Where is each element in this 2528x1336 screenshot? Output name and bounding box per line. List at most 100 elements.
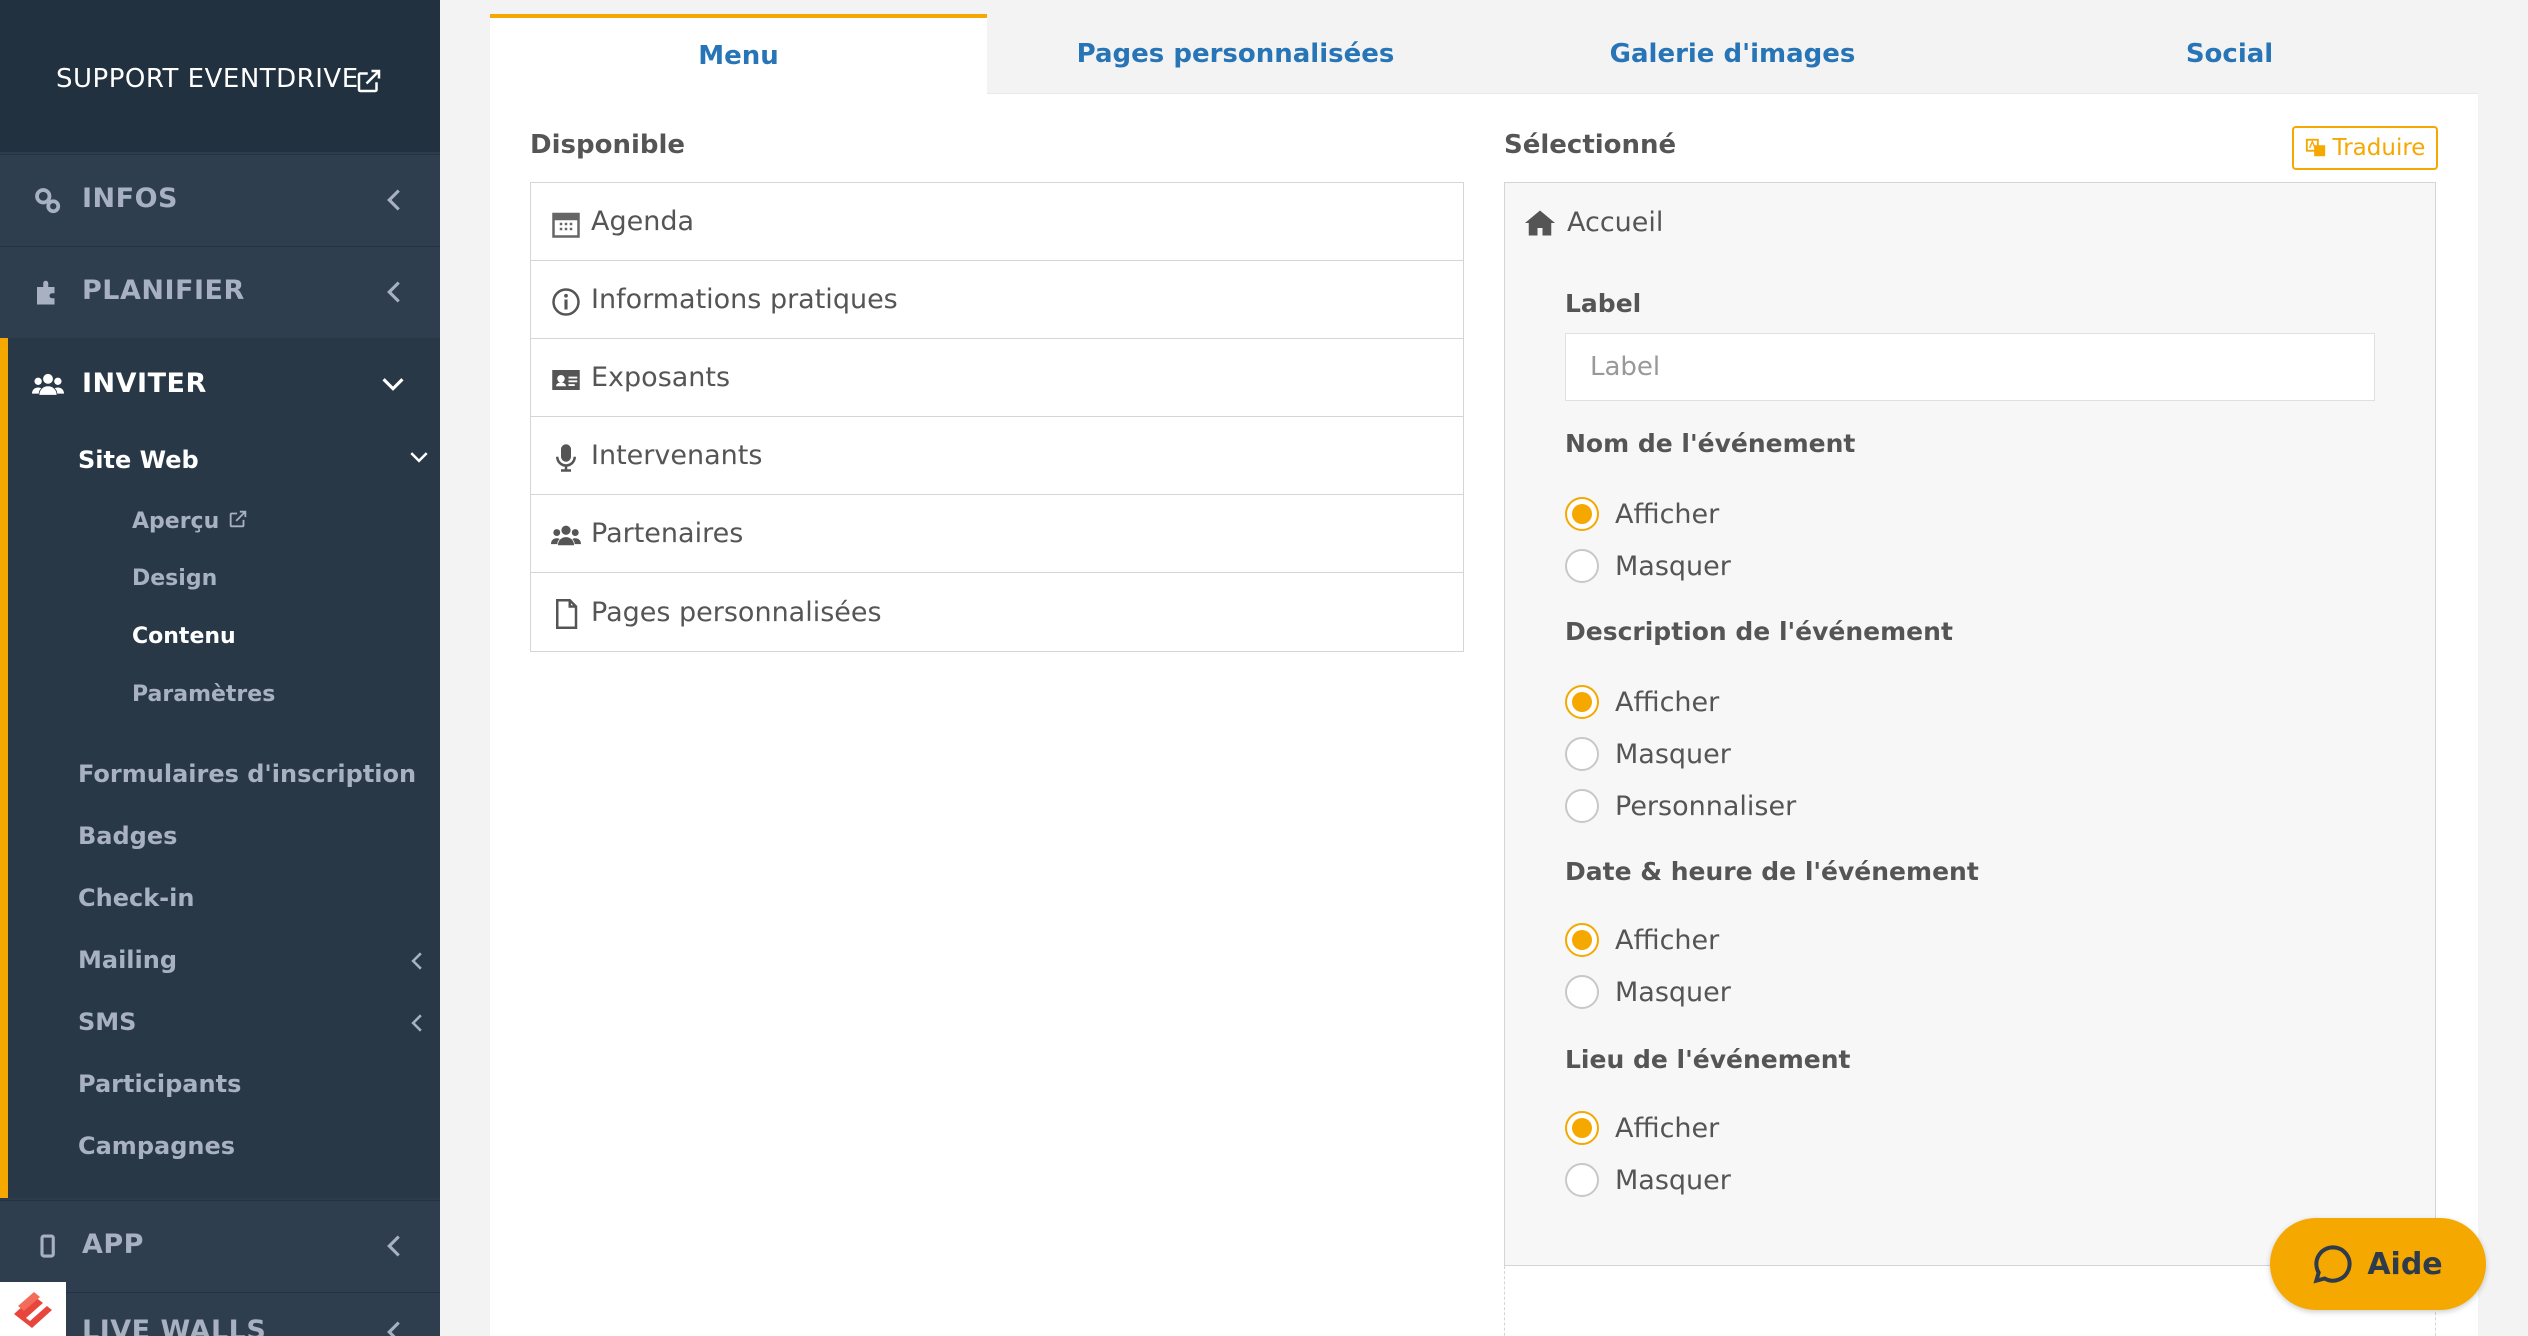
list-item-label: Pages personnalisées: [591, 596, 882, 628]
chat-bubble-icon: [2313, 1245, 2352, 1284]
microphone-icon: [556, 444, 576, 472]
label-input[interactable]: [1565, 333, 2375, 401]
file-icon: [556, 599, 578, 629]
date-group-label: Date & heure de l'événement: [1565, 857, 1979, 886]
chevron-left-icon: [387, 1321, 400, 1336]
help-label: Aide: [2367, 1246, 2443, 1282]
logo-icon: [14, 1292, 52, 1328]
list-item-label: Informations pratiques: [591, 284, 898, 315]
nav-planifier-label: PLANIFIER: [82, 275, 245, 306]
date-masquer-radio[interactable]: Masquer: [1565, 975, 1731, 1009]
nav-contenu[interactable]: Contenu: [132, 624, 236, 649]
content-panel: Menu Pages personnalisées Galerie d'imag…: [490, 14, 2478, 1336]
nav-infos-label: INFOS: [82, 183, 178, 214]
label-field-label: Label: [1565, 289, 1642, 318]
list-item-agenda[interactable]: Agenda: [531, 183, 1463, 261]
nav-live-walls-label: LIVE WALLS: [82, 1315, 267, 1336]
external-link-icon: [357, 69, 381, 93]
radio-dot: [1565, 923, 1599, 957]
nav-sms[interactable]: SMS: [78, 1008, 136, 1036]
nav-checkin[interactable]: Check-in: [78, 884, 194, 912]
nav-planifier[interactable]: PLANIFIER: [0, 246, 440, 338]
list-item-label: Partenaires: [591, 518, 744, 549]
list-item-label: Agenda: [591, 206, 695, 237]
nav-site-web[interactable]: Site Web: [78, 446, 199, 474]
nav-apercu-label: Aperçu: [132, 509, 220, 534]
chevron-left-icon: [387, 1235, 400, 1257]
selected-item-header[interactable]: Accueil: [1525, 207, 1663, 238]
puzzle-icon: [37, 280, 55, 305]
home-icon: [1525, 210, 1555, 235]
users-icon[interactable]: [32, 370, 64, 400]
list-item-partenaires[interactable]: Partenaires: [531, 495, 1463, 573]
id-card-icon: [552, 370, 580, 390]
description-personnaliser-radio[interactable]: Personnaliser: [1565, 789, 1796, 823]
nom-afficher-radio[interactable]: Afficher: [1565, 497, 1719, 531]
nav-formulaires[interactable]: Formulaires d'inscription: [78, 760, 416, 788]
users-icon: [551, 525, 581, 546]
app-logo: [0, 1282, 66, 1336]
radio-label: Afficher: [1615, 498, 1720, 530]
nav-design[interactable]: Design: [132, 566, 217, 591]
nav-inviter-label[interactable]: INVITER: [82, 368, 207, 399]
gears-icon: [35, 188, 61, 214]
list-item-exposants[interactable]: Exposants: [531, 339, 1463, 417]
translate-button[interactable]: Traduire: [2292, 126, 2438, 170]
radio-label: Afficher: [1615, 924, 1720, 956]
nav-participants[interactable]: Participants: [78, 1070, 241, 1098]
calendar-icon: [552, 212, 580, 238]
tab-pages-personnalisees[interactable]: Pages personnalisées: [987, 14, 1484, 94]
nav-apercu[interactable]: Aperçu: [132, 508, 249, 534]
available-list: Agenda Informations pratiques Exposants …: [530, 182, 1464, 652]
translate-icon: [2305, 138, 2325, 157]
lieu-masquer-radio[interactable]: Masquer: [1565, 1163, 1731, 1197]
nav-parametres[interactable]: Paramètres: [132, 682, 275, 707]
radio-dot: [1565, 789, 1599, 823]
tab-social[interactable]: Social: [1981, 14, 2478, 94]
description-masquer-radio[interactable]: Masquer: [1565, 737, 1731, 771]
nav-badges[interactable]: Badges: [78, 822, 177, 850]
nav-inviter: INVITER Site Web Aperçu Design Contenu P…: [0, 338, 440, 1198]
selected-item-panel: Accueil Label Nom de l'événement Affiche…: [1504, 182, 2436, 1266]
radio-label: Masquer: [1615, 976, 1731, 1008]
sidebar: SUPPORT EVENTDRIVE INFOS PLANIFIER INVIT…: [0, 0, 440, 1336]
chevron-down-icon[interactable]: [382, 376, 404, 392]
radio-label: Masquer: [1615, 550, 1731, 582]
radio-dot: [1565, 497, 1599, 531]
mobile-icon: [40, 1234, 55, 1258]
support-label: SUPPORT EVENTDRIVE: [56, 64, 359, 94]
radio-label: Afficher: [1615, 1112, 1720, 1144]
nav-mailing[interactable]: Mailing: [78, 946, 177, 974]
list-item-label: Exposants: [591, 362, 731, 393]
tabs-bar: Menu Pages personnalisées Galerie d'imag…: [490, 14, 2478, 94]
tab-menu[interactable]: Menu: [490, 14, 987, 94]
description-afficher-radio[interactable]: Afficher: [1565, 685, 1719, 719]
nav-app[interactable]: APP: [0, 1200, 440, 1292]
radio-dot: [1565, 737, 1599, 771]
list-item-informations[interactable]: Informations pratiques: [531, 261, 1463, 339]
help-button[interactable]: Aide: [2270, 1218, 2486, 1310]
list-item-pages-personnalisees[interactable]: Pages personnalisées: [531, 573, 1463, 651]
description-group-label: Description de l'événement: [1565, 617, 1953, 646]
chevron-down-icon: [410, 452, 428, 463]
external-link-icon: [229, 510, 247, 528]
nav-app-label: APP: [82, 1229, 144, 1260]
chevron-left-icon: [411, 952, 422, 970]
lieu-group-label: Lieu de l'événement: [1565, 1045, 1851, 1074]
info-circle-icon: [552, 288, 580, 316]
support-link[interactable]: SUPPORT EVENTDRIVE: [0, 0, 440, 152]
radio-label: Afficher: [1615, 686, 1720, 718]
radio-label: Personnaliser: [1615, 790, 1797, 822]
nav-campagnes[interactable]: Campagnes: [78, 1132, 235, 1160]
radio-dot: [1565, 975, 1599, 1009]
radio-dot: [1565, 1163, 1599, 1197]
nav-live-walls[interactable]: LIVE WALLS: [0, 1292, 440, 1336]
selected-item-title: Accueil: [1567, 207, 1664, 238]
list-item-intervenants[interactable]: Intervenants: [531, 417, 1463, 495]
nav-infos[interactable]: INFOS: [0, 154, 440, 246]
nom-masquer-radio[interactable]: Masquer: [1565, 549, 1731, 583]
date-afficher-radio[interactable]: Afficher: [1565, 923, 1719, 957]
radio-dot: [1565, 1111, 1599, 1145]
lieu-afficher-radio[interactable]: Afficher: [1565, 1111, 1719, 1145]
tab-galerie-images[interactable]: Galerie d'images: [1484, 14, 1981, 94]
